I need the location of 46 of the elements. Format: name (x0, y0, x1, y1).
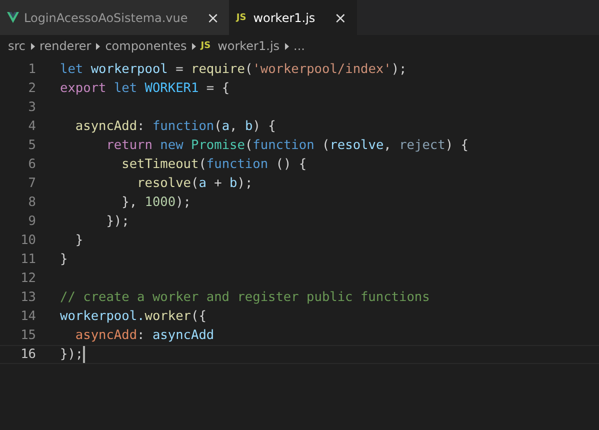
code-line: return new Promise(function (resolve, reject) { (105, 138, 468, 153)
line-number: 3 (27, 100, 36, 115)
code-line: // create a worker and register public functions (60, 290, 430, 305)
chevron-icon (96, 42, 100, 50)
file-type-label: JS (200, 41, 211, 51)
code-line: } (60, 252, 68, 267)
code-line: }); (60, 346, 86, 363)
breadcrumb-item[interactable]: renderer (40, 39, 92, 53)
code-line: } (74, 233, 84, 248)
line-number: 15 (20, 328, 36, 343)
code-line: export let WORKER1 = { (60, 81, 230, 96)
code-line: }, 1000); (120, 195, 191, 210)
v-logo-icon (7, 12, 19, 23)
line-number: 8 (27, 195, 36, 210)
editor-tab[interactable]: LoginAcessoAoSistema.vue × (0, 0, 230, 35)
file-type-label: JS (236, 12, 246, 22)
breadcrumb-item[interactable]: src (8, 39, 26, 53)
close-icon[interactable]: × (334, 8, 347, 26)
breadcrumb-item[interactable]: worker1.js (218, 39, 280, 53)
code-line: let workerpool = require('workerpool/index'); (60, 62, 407, 77)
line-number: 16 (20, 347, 36, 362)
line-number: 6 (27, 157, 36, 172)
line-number: 10 (20, 233, 36, 248)
line-number: 1 (27, 62, 36, 77)
code-line: asyncAdd: asyncAdd (74, 328, 214, 343)
line-number: 9 (27, 214, 36, 229)
line-number: 13 (20, 290, 36, 305)
editor-tab[interactable]: JS worker1.js × (229, 0, 357, 35)
breadcrumb-item[interactable]: ... (294, 39, 305, 53)
breadcrumb-item[interactable]: componentes (105, 39, 187, 53)
close-icon[interactable]: × (206, 8, 220, 26)
line-number: 11 (20, 252, 36, 267)
code-line: setTimeout(function () { (120, 157, 307, 172)
code-line: resolve(a + b); (136, 176, 253, 191)
line-number: 2 (27, 81, 36, 96)
chevron-icon (284, 42, 289, 50)
line-number: 12 (20, 271, 36, 286)
line-number: 7 (27, 176, 36, 191)
chevron-icon (30, 42, 35, 50)
code-line: asyncAdd: function(a, b) { (74, 119, 276, 134)
line-number: 5 (27, 138, 36, 153)
code-line: workerpool.worker({ (60, 309, 206, 324)
line-number: 4 (27, 119, 36, 134)
code-line: }); (105, 214, 130, 229)
chevron-icon (192, 42, 196, 50)
line-number: 14 (20, 309, 36, 324)
